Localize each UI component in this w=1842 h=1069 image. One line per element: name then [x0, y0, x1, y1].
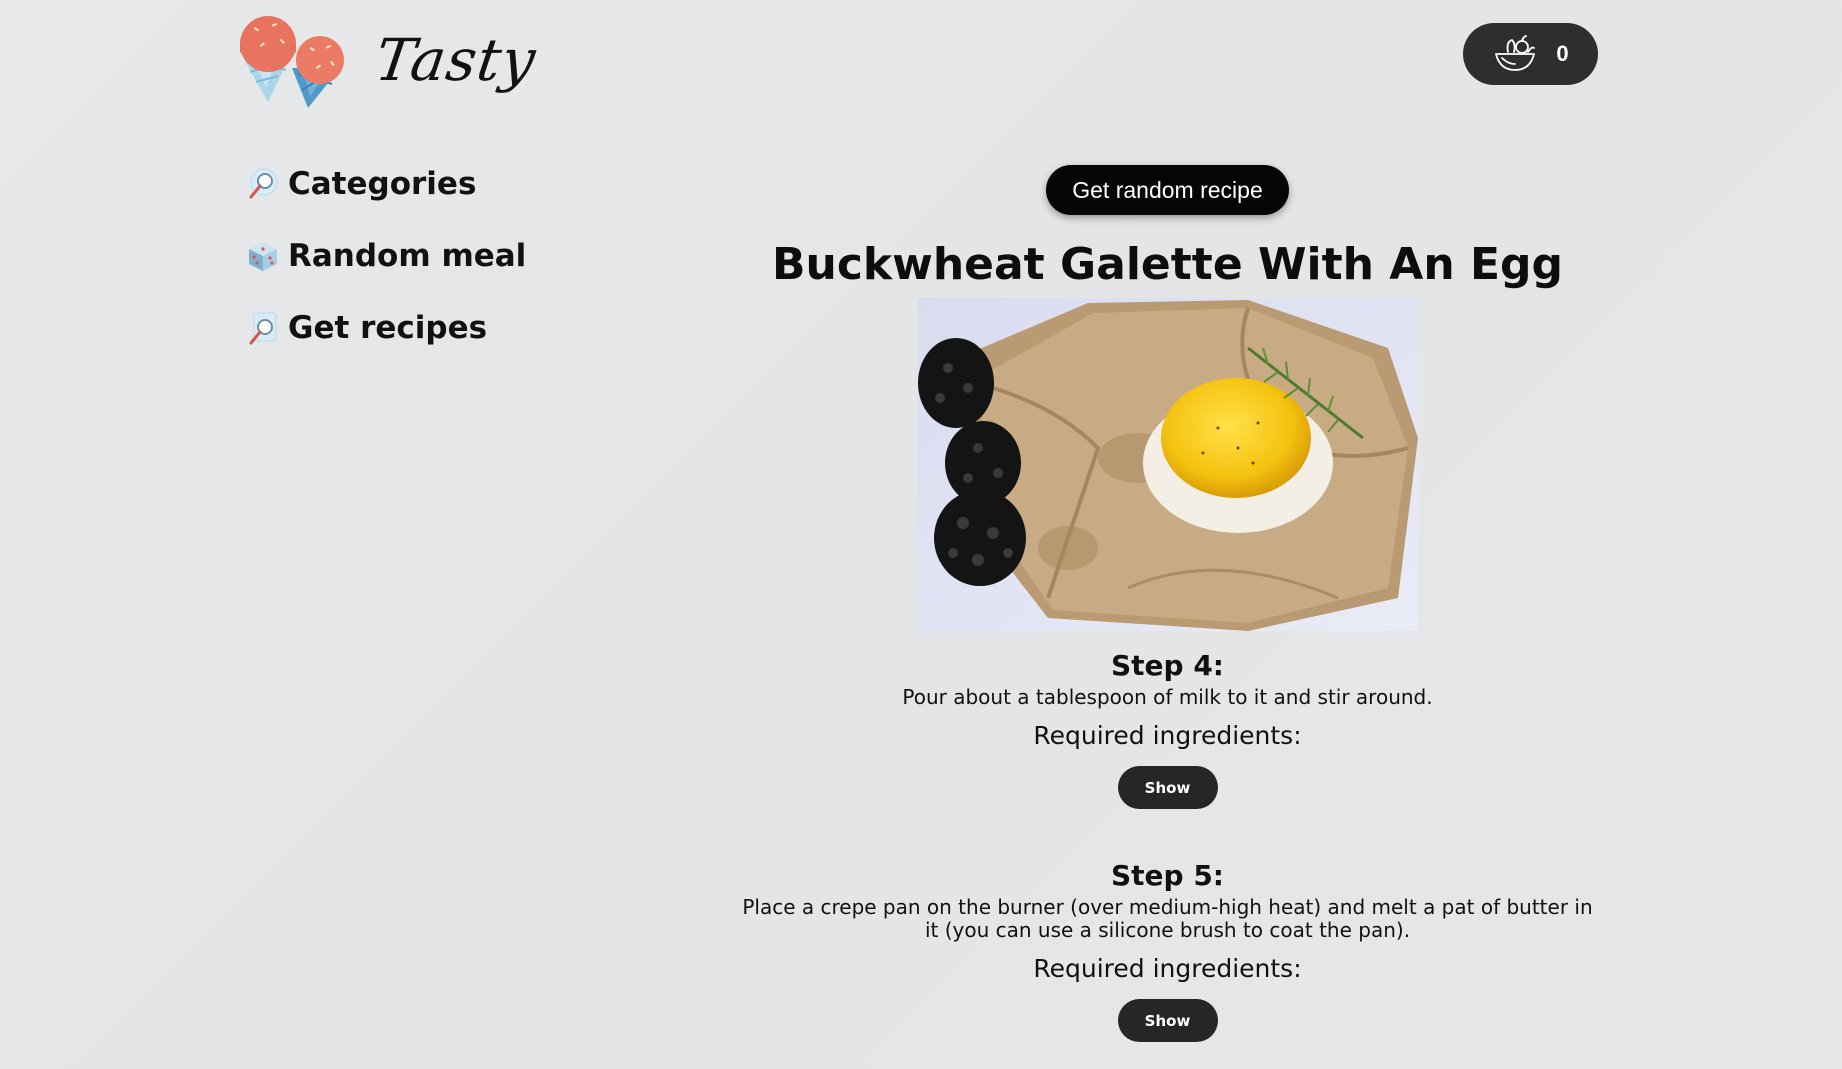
magnifier-icon — [249, 312, 277, 345]
basket-button[interactable]: 0 — [1463, 23, 1598, 85]
recipe-title: Buckwheat Galette With An Egg — [771, 239, 1564, 290]
sidebar-item-get-recipes[interactable]: Get recipes — [244, 309, 526, 347]
basket-count: 0 — [1556, 41, 1569, 66]
sidebar-item-label: Categories — [288, 166, 477, 202]
get-random-recipe-button[interactable]: Get random recipe — [1046, 165, 1289, 215]
recipe-image — [917, 298, 1418, 631]
step-block: Step 4: Pour about a tablespoon of milk … — [902, 649, 1433, 809]
step-title: Step 5: — [1110, 859, 1224, 892]
page: Tasty 0 Categories Random meal Get recip… — [0, 0, 1842, 1069]
show-ingredients-button[interactable]: Show — [1117, 999, 1218, 1042]
step-title: Step 4: — [1110, 649, 1224, 682]
sidebar-item-label: Get recipes — [288, 310, 488, 346]
basket-icon — [1495, 35, 1536, 71]
logo[interactable]: Tasty — [236, 10, 540, 110]
ice-cream-logo-icon — [240, 16, 344, 108]
step-block: Step 5: Place a crepe pan on the burner … — [738, 859, 1598, 1042]
sidebar-nav: Categories Random meal Get recipes — [244, 165, 526, 347]
dice-icon — [249, 242, 277, 271]
magnifier-icon — [249, 168, 278, 199]
show-ingredients-button[interactable]: Show — [1117, 766, 1218, 809]
sidebar-item-categories[interactable]: Categories — [244, 165, 526, 203]
logo-text: Tasty — [371, 26, 541, 94]
sidebar-item-random-meal[interactable]: Random meal — [244, 237, 526, 275]
main-content: Get random recipe Buckwheat Galette With… — [620, 165, 1715, 1042]
step-instructions: Place a crepe pan on the burner (over me… — [742, 895, 1593, 942]
sidebar-item-label: Random meal — [288, 238, 527, 274]
required-ingredients-label: Required ingredients: — [1033, 721, 1302, 750]
required-ingredients-label: Required ingredients: — [1033, 954, 1302, 983]
step-instructions: Pour about a tablespoon of milk to it an… — [902, 685, 1433, 709]
